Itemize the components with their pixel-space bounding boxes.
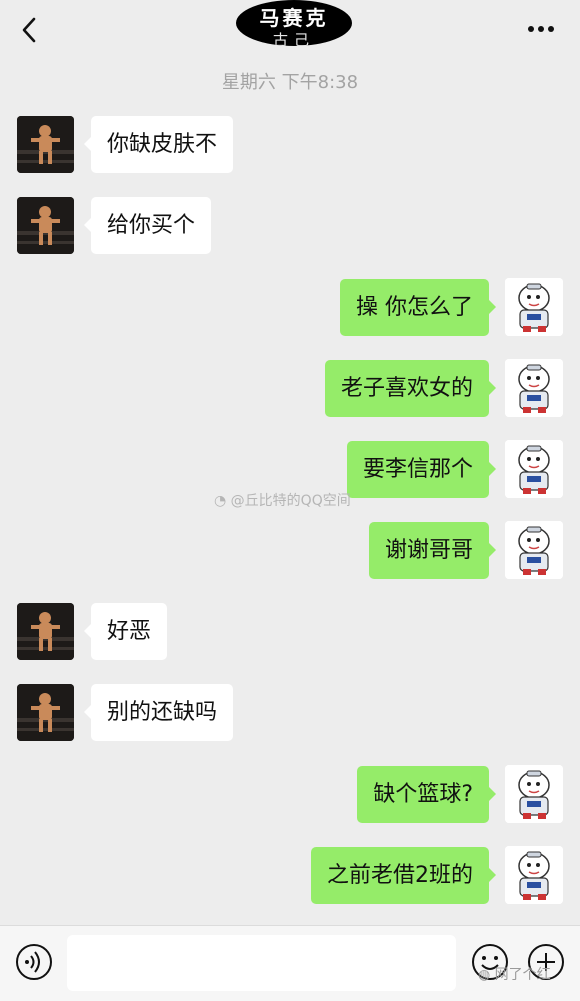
outgoing-message-bubble[interactable]: 要李信那个 [346, 441, 497, 498]
top-bar: 马赛克 古己 [0, 0, 580, 58]
weibo-logo-icon: ◔ [214, 493, 227, 509]
outgoing-message-bubble[interactable]: 之前老借2班的 [311, 847, 496, 904]
contact-avatar-image [17, 603, 74, 660]
my-avatar-image [505, 521, 563, 579]
outgoing-message-bubble[interactable]: 谢谢哥哥 [368, 522, 497, 579]
my-avatar[interactable] [505, 846, 563, 904]
contact-avatar[interactable] [17, 197, 74, 254]
weibo-watermark-text: @丘比特的QQ空间 [230, 493, 351, 509]
weibo-watermark: ◔ @丘比特的QQ空间 [214, 490, 351, 510]
my-avatar[interactable] [505, 521, 563, 579]
contact-avatar-image [17, 684, 74, 741]
outgoing-message-bubble[interactable]: 操 你怎么了 [340, 279, 496, 336]
incoming-message-bubble[interactable]: 你缺皮肤不 [83, 116, 234, 173]
corner-watermark-text: 网了个红 [494, 967, 551, 983]
voice-icon[interactable] [15, 943, 53, 981]
my-avatar-image [505, 359, 563, 417]
back-chevron-icon[interactable] [14, 14, 46, 46]
more-icon[interactable] [524, 14, 558, 44]
contact-avatar[interactable] [17, 603, 74, 660]
my-avatar-image [505, 440, 563, 498]
contact-avatar-image [17, 197, 74, 254]
outgoing-message-bubble[interactable]: 缺个篮球? [357, 766, 496, 823]
incoming-message-bubble[interactable]: 好恶 [83, 603, 168, 660]
chat-title-line1: 马赛克 [259, 6, 329, 30]
my-avatar[interactable] [505, 440, 563, 498]
message-input[interactable] [67, 935, 456, 991]
my-avatar[interactable] [505, 278, 563, 336]
contact-avatar[interactable] [17, 684, 74, 741]
my-avatar-image [505, 278, 563, 336]
chat-title-line2: 古己 [272, 31, 315, 46]
incoming-message-bubble[interactable]: 别的还缺吗 [83, 684, 234, 741]
contact-avatar-image [17, 116, 74, 173]
contact-avatar[interactable] [17, 116, 74, 173]
my-avatar-image [505, 846, 563, 904]
corner-watermark: ◍ 网了个红 [478, 964, 551, 984]
incoming-message-bubble[interactable]: 给你买个 [83, 197, 212, 254]
my-avatar[interactable] [505, 359, 563, 417]
chat-title: 马赛克 古己 [236, 0, 352, 46]
my-avatar[interactable] [505, 765, 563, 823]
wechat-logo-icon: ◍ [478, 967, 491, 983]
timestamp: 星期六 下午8:38 [221, 72, 359, 93]
my-avatar-image [505, 765, 563, 823]
input-bar [0, 925, 580, 1001]
outgoing-message-bubble[interactable]: 老子喜欢女的 [324, 360, 497, 417]
